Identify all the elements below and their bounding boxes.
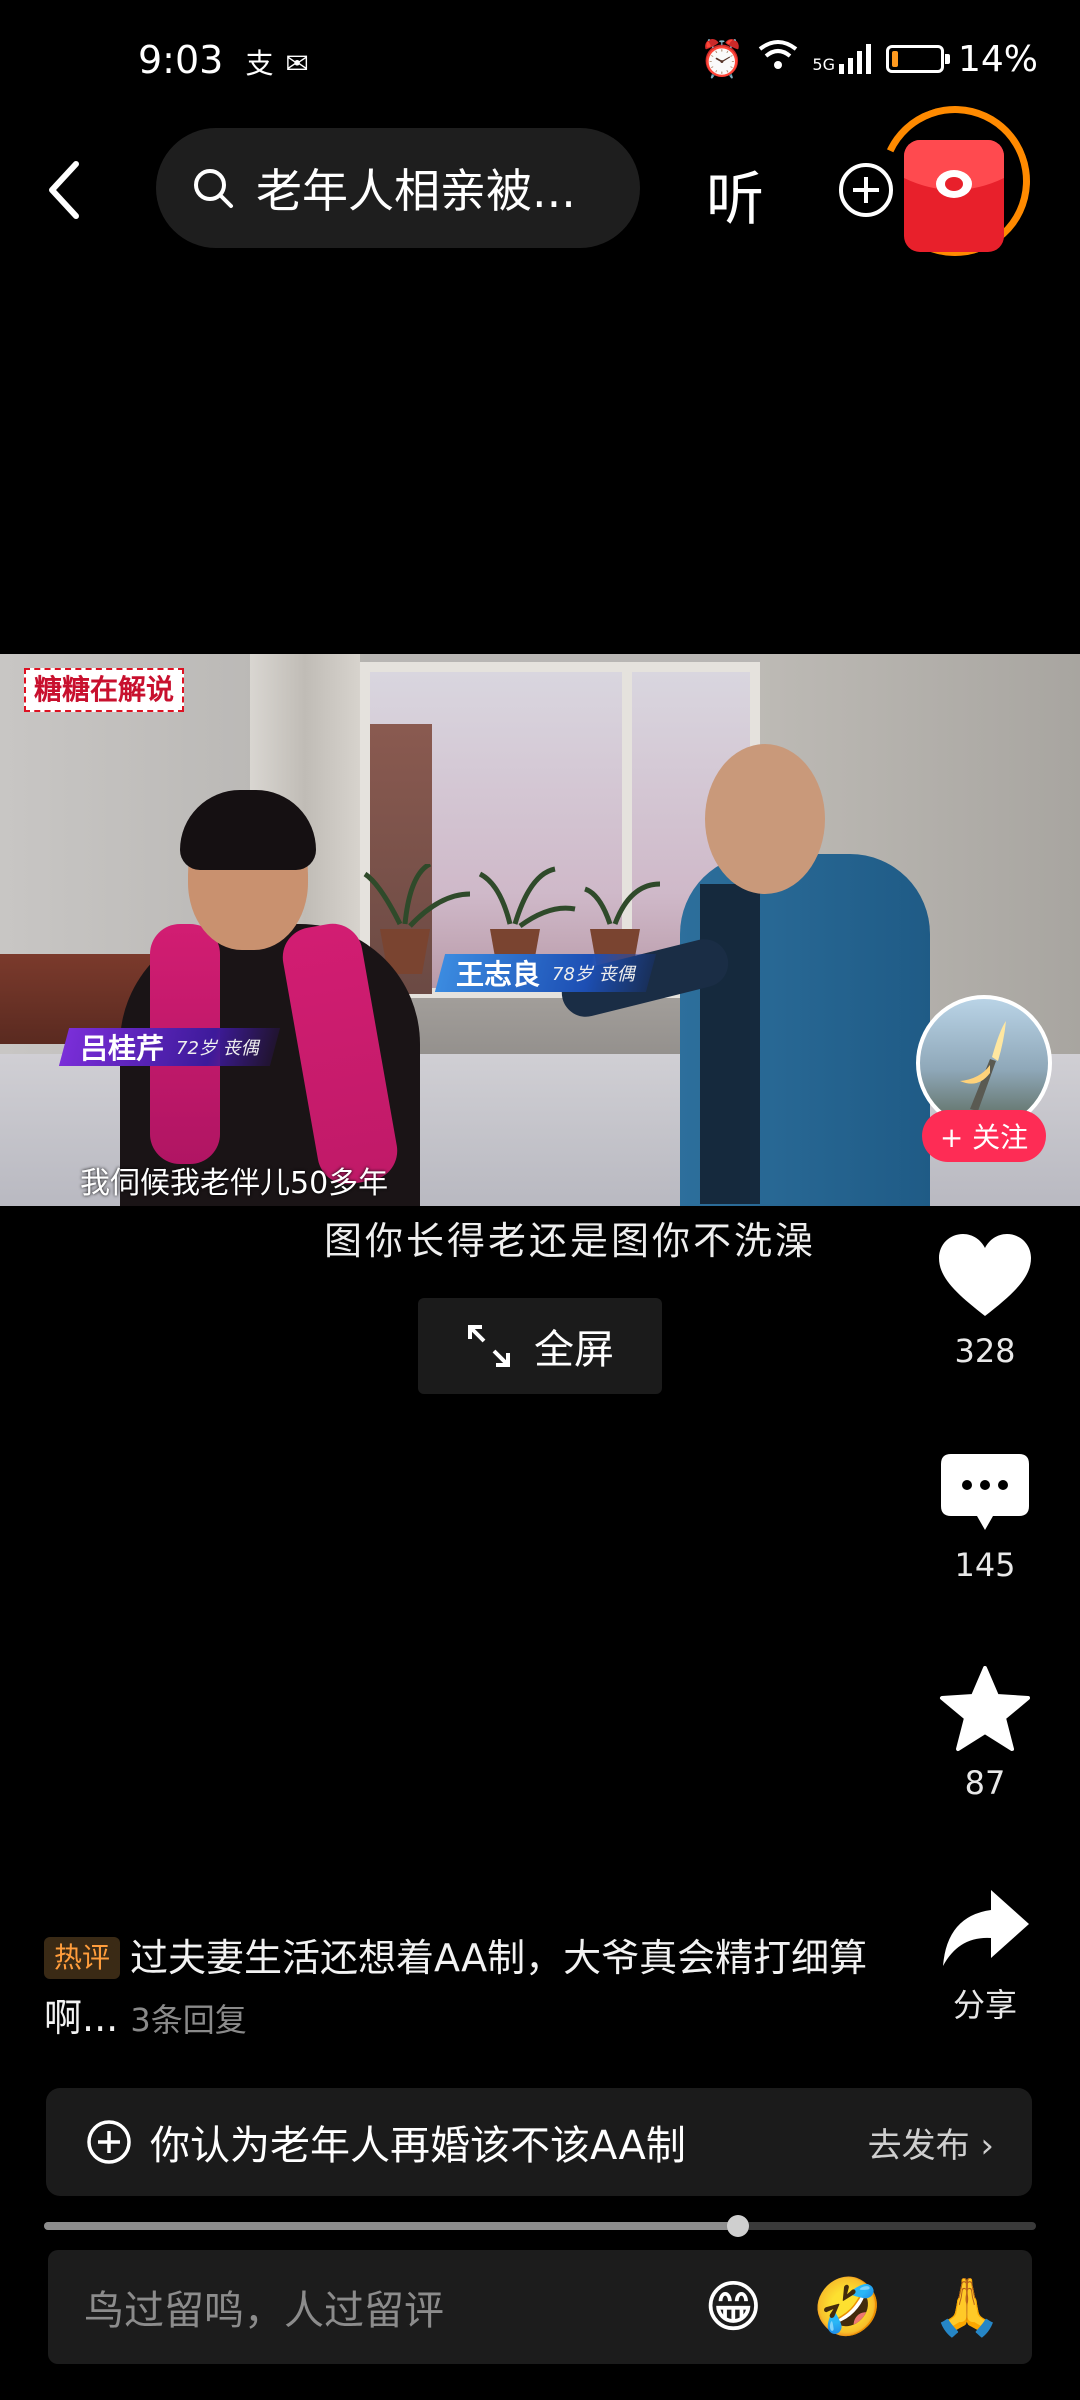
like-count: 328	[954, 1332, 1016, 1370]
red-packet-button[interactable]	[904, 140, 1004, 252]
laugh-emoji-button[interactable]: 🤣	[813, 2274, 883, 2340]
favorite-count: 87	[964, 1764, 1006, 1802]
search-bar[interactable]: 老年人相亲被...	[156, 128, 640, 248]
woman-name-tag: 吕桂芹 72岁 丧偶	[58, 1028, 280, 1066]
publish-link[interactable]: 去发布 ›	[868, 2118, 994, 2167]
battery-percent: 14%	[957, 38, 1038, 80]
fullscreen-button[interactable]: 全屏	[418, 1298, 662, 1394]
comment-input[interactable]: 鸟过留鸣，人过留评 😁 🤣 🙏	[48, 2250, 1032, 2364]
pray-emoji-button[interactable]: 🙏	[932, 2274, 1002, 2340]
search-query: 老年人相亲被...	[256, 164, 576, 218]
chevron-left-icon	[49, 161, 79, 219]
progress-handle[interactable]	[727, 2215, 750, 2237]
expand-icon	[468, 1325, 510, 1367]
hot-comment-tag: 热评	[44, 1937, 121, 1979]
wechat-icon: ✉	[285, 47, 310, 80]
listen-button[interactable]: 听	[706, 152, 764, 236]
man-name-tag: 王志良 78岁 丧偶	[434, 954, 656, 992]
comment-icon	[941, 1454, 1029, 1530]
fullscreen-label: 全屏	[534, 1327, 614, 1373]
red-packet-icon	[904, 140, 1004, 198]
topic-text: 你认为老年人再婚该不该AA制	[150, 2123, 686, 2169]
status-icons: ⏰ 5G 14%	[699, 38, 1038, 81]
video-progress-bar[interactable]	[44, 2215, 1036, 2237]
battery-fill	[891, 51, 899, 67]
grin-emoji-button[interactable]: 😁	[704, 2275, 762, 2340]
comment-button[interactable]: 145	[915, 1452, 1055, 1584]
status-time: 9:03 支 ✉	[138, 38, 310, 82]
wifi-icon	[758, 39, 798, 80]
battery-icon	[885, 45, 950, 73]
heart-icon	[939, 1234, 1031, 1316]
topic-prompt[interactable]: 你认为老年人再婚该不该AA制 去发布 ›	[46, 2088, 1032, 2196]
share-arrow-icon	[943, 1890, 1029, 1966]
favorite-button[interactable]: 87	[915, 1666, 1055, 1802]
alipay-icon: 支	[245, 47, 274, 80]
comment-placeholder: 鸟过留鸣，人过留评	[84, 2288, 444, 2334]
like-button[interactable]: 328	[915, 1232, 1055, 1370]
follow-button[interactable]: + 关注	[922, 1110, 1046, 1162]
plus-circle-icon	[87, 2120, 131, 2164]
share-button[interactable]: 分享	[915, 1888, 1055, 2026]
hot-comment[interactable]: 热评 过夫妻生活还想着AA制，大爷真会精打细算啊... 3条回复	[44, 1928, 874, 2050]
channel-watermark: 糖糖在解说	[24, 668, 185, 712]
video-player[interactable]: 糖糖在解说 王志良 78岁 丧偶 吕桂芹 72岁 丧偶 我伺候我老伴儿50多年	[0, 654, 1080, 1206]
search-icon	[194, 169, 233, 208]
progress-fill	[44, 2222, 739, 2230]
comment-count: 145	[954, 1546, 1016, 1584]
signal-icon: 5G	[812, 44, 872, 74]
video-burned-subtitle: 我伺候我老伴儿50多年	[80, 1166, 389, 1201]
reply-count[interactable]: 3条回复	[130, 2001, 246, 2039]
alarm-icon: ⏰	[699, 39, 745, 80]
back-button[interactable]	[42, 150, 86, 230]
star-icon	[940, 1666, 1030, 1751]
chevron-right-icon: ›	[980, 2125, 994, 2166]
share-label: 分享	[952, 1986, 1017, 2024]
